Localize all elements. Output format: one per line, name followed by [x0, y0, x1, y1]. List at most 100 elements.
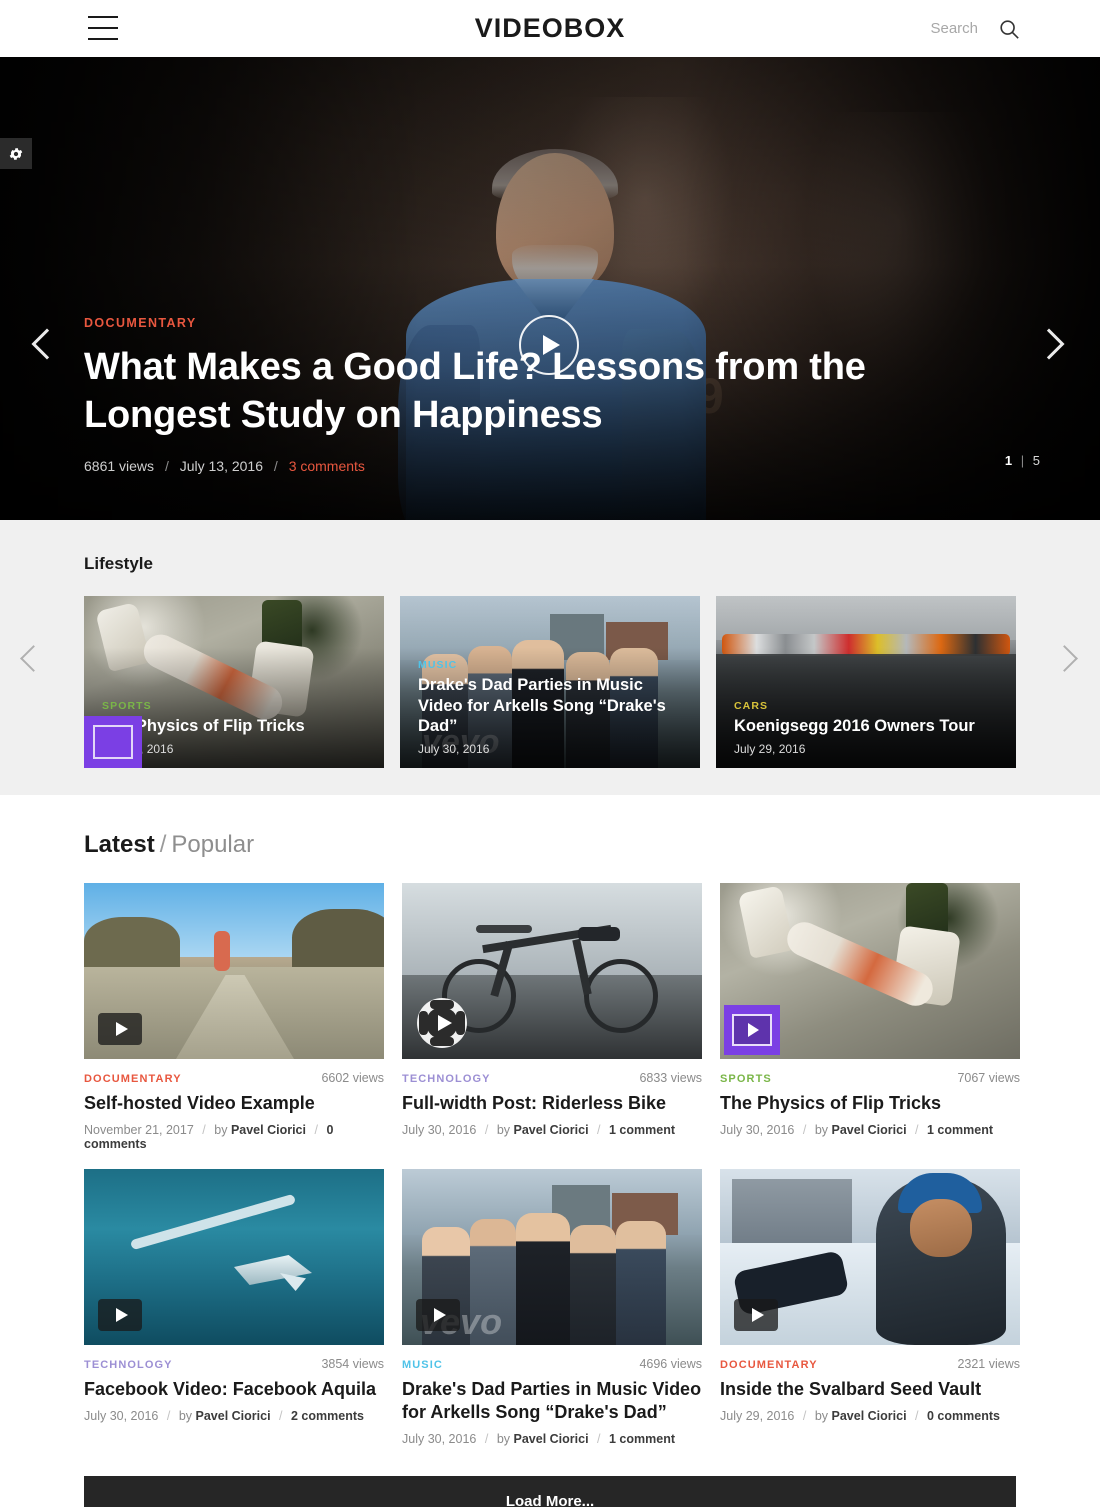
- card-by-label: by: [214, 1123, 228, 1138]
- purple-play-badge-icon[interactable]: [724, 1005, 780, 1055]
- card-date: July 30, 2016: [720, 1123, 795, 1138]
- card-author[interactable]: Pavel Ciorici: [231, 1123, 306, 1137]
- card-title[interactable]: Koenigsegg 2016 Owners Tour: [734, 716, 1002, 737]
- video-card[interactable]: vevo MUSIC 4696 views Drake's Dad Partie…: [402, 1169, 702, 1446]
- card-category[interactable]: CARS: [734, 700, 1002, 712]
- search-input[interactable]: [858, 20, 978, 37]
- play-square-icon[interactable]: [416, 1299, 460, 1332]
- card-author[interactable]: Pavel Ciorici: [514, 1123, 589, 1137]
- card-title[interactable]: Facebook Video: Facebook Aquila: [84, 1378, 384, 1401]
- hero-content: DOCUMENTARY What Makes a Good Life? Less…: [84, 316, 984, 474]
- card-title[interactable]: The Physics of Flip Tricks: [102, 716, 370, 737]
- chevron-left-icon: [20, 645, 47, 672]
- card-title[interactable]: Drake's Dad Parties in Music Video for A…: [402, 1378, 702, 1424]
- card-views: 6602 views: [321, 1071, 384, 1085]
- hero-slider: ge 19 Age 47 DOCUMENTARY What Makes: [0, 57, 1100, 520]
- section-title-lifestyle: Lifestyle: [84, 554, 153, 573]
- chevron-right-icon: [1051, 645, 1078, 672]
- slide-divider: |: [1020, 453, 1025, 468]
- card-date: July 30, 2016: [402, 1432, 477, 1447]
- card-author[interactable]: Pavel Ciorici: [832, 1123, 907, 1137]
- card-date: November 21, 2017: [84, 1123, 194, 1138]
- card-comments[interactable]: 1 comment: [927, 1123, 993, 1137]
- card-views: 4696 views: [639, 1357, 702, 1372]
- tab-popular[interactable]: Popular: [171, 831, 254, 858]
- card-comments[interactable]: 1 comment: [609, 1432, 675, 1446]
- card-by-label: by: [178, 1409, 193, 1424]
- card-title[interactable]: Drake's Dad Parties in Music Video for A…: [418, 675, 686, 737]
- card-by-label: by: [496, 1123, 511, 1138]
- play-square-icon[interactable]: [734, 1299, 778, 1332]
- hero-comments[interactable]: 3 comments: [289, 458, 365, 474]
- site-header: VIDEOBOX: [0, 0, 1100, 57]
- card-author[interactable]: Pavel Ciorici: [832, 1409, 907, 1423]
- card-comments[interactable]: 0 comments: [927, 1409, 1000, 1423]
- card-meta: July 29, 2016 / by Pavel Ciorici / 0 com…: [720, 1409, 1000, 1424]
- hero-views: 6861 views: [84, 458, 155, 474]
- card-date: July 30, 2016: [84, 1409, 159, 1424]
- card-date: July 30, 2016: [102, 742, 174, 756]
- card-author[interactable]: Pavel Ciorici: [514, 1432, 589, 1446]
- hamburger-icon[interactable]: [88, 16, 118, 40]
- video-card[interactable]: SPORTS 7067 views The Physics of Flip Tr…: [720, 883, 1020, 1151]
- card-category[interactable]: TECHNOLOGY: [402, 1073, 491, 1085]
- carousel-card[interactable]: SPORTS The Physics of Flip Tricks July 3…: [84, 596, 384, 768]
- lifestyle-carousel: SPORTS The Physics of Flip Tricks July 3…: [84, 596, 1100, 768]
- hero-next-button[interactable]: [1032, 319, 1072, 371]
- search-icon[interactable]: [998, 18, 1020, 40]
- play-square-icon[interactable]: [98, 1013, 142, 1045]
- slide-current: 1: [1004, 453, 1013, 468]
- card-date: July 29, 2016: [720, 1409, 795, 1424]
- play-square-icon[interactable]: [98, 1299, 142, 1332]
- video-card[interactable]: DOCUMENTARY 2321 views Inside the Svalba…: [720, 1169, 1020, 1446]
- hero-slide-counter: 1 | 5: [1005, 453, 1040, 468]
- card-category[interactable]: DOCUMENTARY: [720, 1359, 818, 1371]
- carousel-card[interactable]: vevo MUSIC Drake's Dad Parties in Music …: [400, 596, 700, 768]
- card-date: July 30, 2016: [402, 1123, 477, 1138]
- settings-tab[interactable]: [0, 138, 32, 169]
- hero-meta: 6861 views / July 13, 2016 / 3 comments: [84, 458, 365, 474]
- card-meta: November 21, 2017 / by Pavel Ciorici / 0…: [84, 1123, 334, 1152]
- card-comments[interactable]: 1 comment: [609, 1123, 675, 1137]
- card-by-label: by: [814, 1123, 829, 1138]
- card-category[interactable]: SPORTS: [720, 1073, 772, 1085]
- hero-title[interactable]: What Makes a Good Life? Lessons from the…: [84, 344, 984, 440]
- card-category[interactable]: MUSIC: [418, 659, 686, 671]
- card-meta: July 30, 2016 / by Pavel Ciorici / 2 com…: [84, 1409, 364, 1424]
- card-category[interactable]: SPORTS: [102, 700, 370, 712]
- card-views: 2321 views: [957, 1357, 1020, 1372]
- cbc-play-circle-icon[interactable]: [416, 997, 468, 1049]
- card-category[interactable]: MUSIC: [402, 1359, 443, 1371]
- card-thumbnail: [84, 883, 384, 1059]
- card-views: 6833 views: [639, 1071, 702, 1085]
- tab-latest[interactable]: Latest: [84, 831, 155, 858]
- card-by-label: by: [496, 1432, 511, 1447]
- card-thumbnail: [720, 883, 1020, 1059]
- card-title[interactable]: Full-width Post: Riderless Bike: [402, 1092, 702, 1115]
- card-title[interactable]: Inside the Svalbard Seed Vault: [720, 1378, 1020, 1401]
- card-category[interactable]: DOCUMENTARY: [84, 1073, 182, 1085]
- card-views: 7067 views: [957, 1071, 1020, 1085]
- hero-category[interactable]: DOCUMENTARY: [84, 316, 984, 330]
- video-card[interactable]: DOCUMENTARY 6602 views Self-hosted Video…: [84, 883, 384, 1151]
- card-title[interactable]: The Physics of Flip Tricks: [720, 1092, 1020, 1115]
- card-author[interactable]: Pavel Ciorici: [196, 1409, 271, 1423]
- carousel-card[interactable]: CARS Koenigsegg 2016 Owners Tour July 29…: [716, 596, 1016, 768]
- card-category[interactable]: TECHNOLOGY: [84, 1359, 173, 1371]
- card-views: 3854 views: [321, 1357, 384, 1372]
- carousel-next-button[interactable]: [1050, 638, 1084, 680]
- video-grid: DOCUMENTARY 6602 views Self-hosted Video…: [84, 883, 1100, 1446]
- carousel-prev-button[interactable]: [16, 638, 50, 680]
- video-card[interactable]: TECHNOLOGY 6833 views Full-width Post: R…: [402, 883, 702, 1151]
- card-date: July 29, 2016: [734, 742, 806, 756]
- load-more-button[interactable]: Load More...: [84, 1476, 1016, 1507]
- card-thumbnail: [84, 1169, 384, 1346]
- search-area: [858, 0, 1020, 57]
- latest-tabs: Latest / Popular: [84, 831, 1100, 859]
- card-meta: July 30, 2016 / by Pavel Ciorici / 1 com…: [402, 1432, 675, 1447]
- hero-prev-button[interactable]: [28, 319, 68, 371]
- card-comments[interactable]: 2 comments: [291, 1409, 364, 1423]
- video-card[interactable]: TECHNOLOGY 3854 views Facebook Video: Fa…: [84, 1169, 384, 1446]
- card-title[interactable]: Self-hosted Video Example: [84, 1092, 384, 1115]
- card-meta: July 30, 2016 / by Pavel Ciorici / 1 com…: [402, 1123, 675, 1138]
